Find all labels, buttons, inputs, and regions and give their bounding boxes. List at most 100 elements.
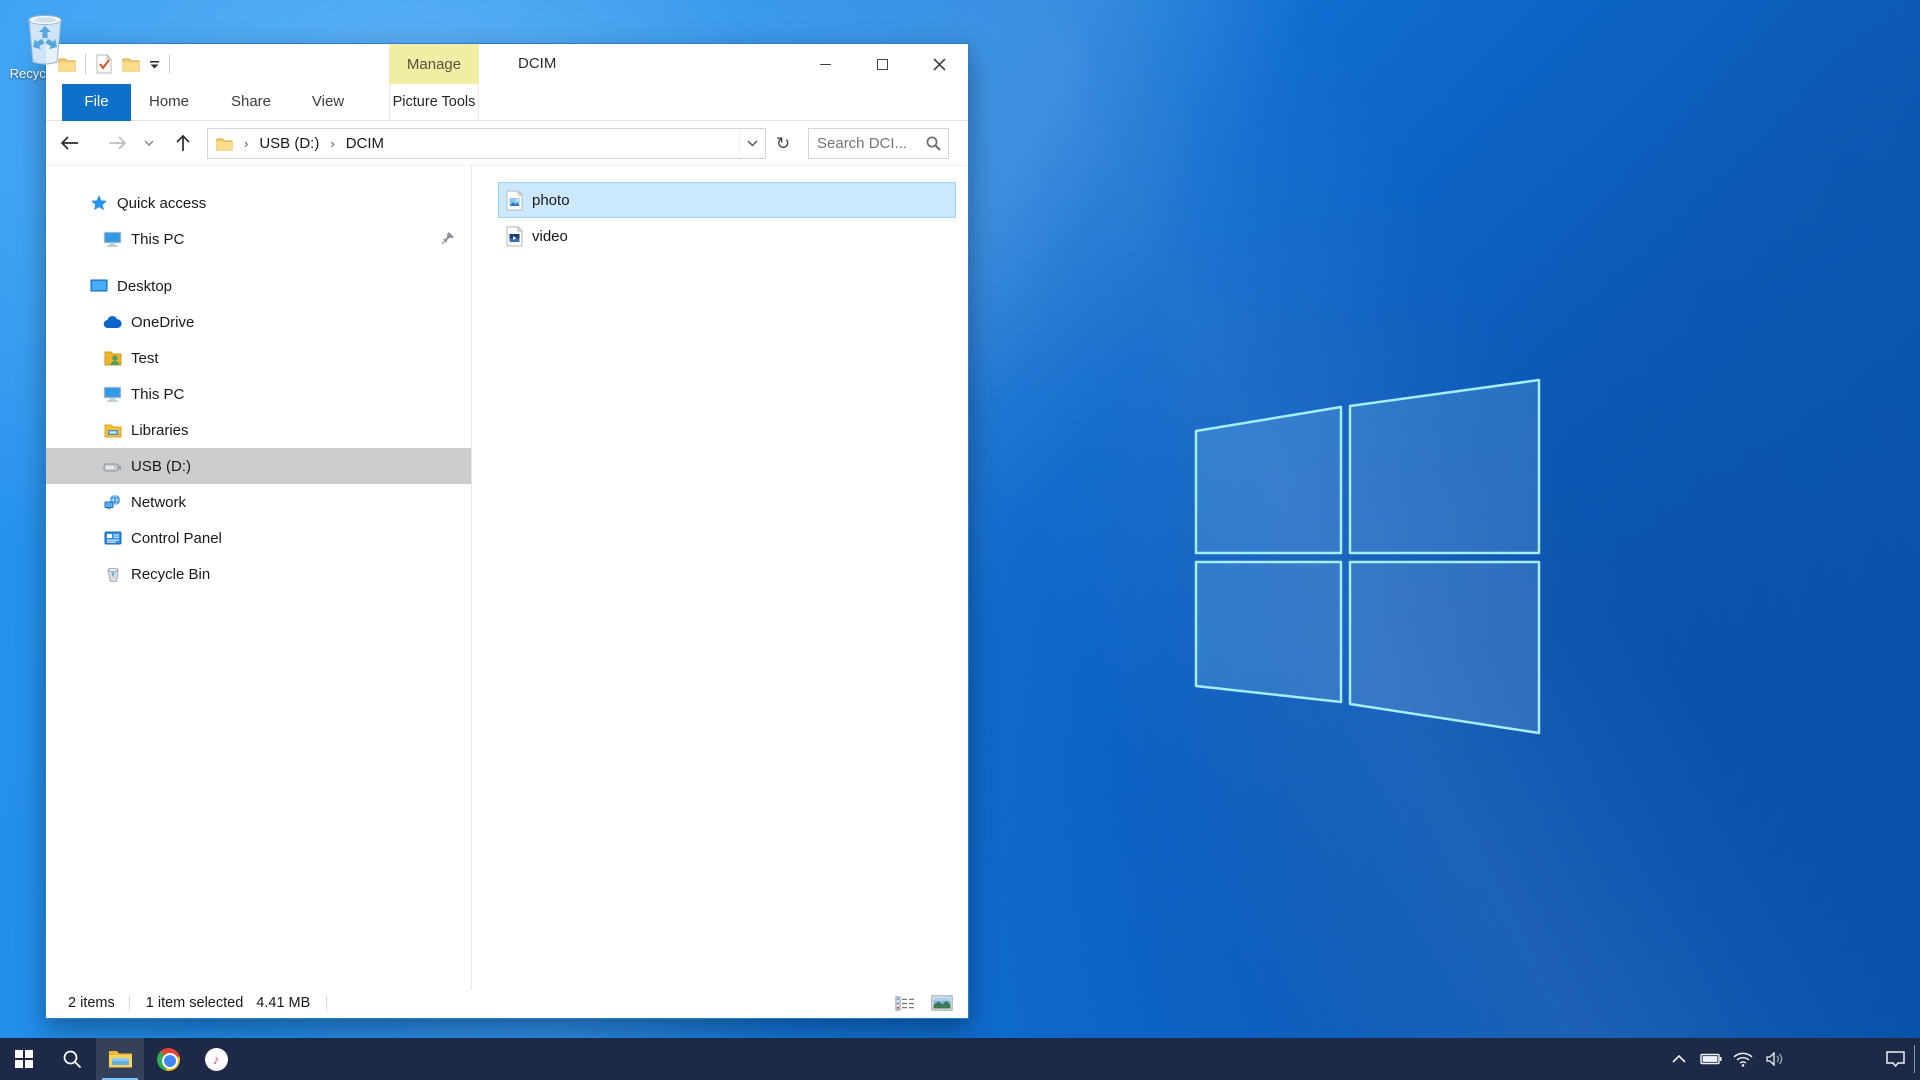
- toolbar-separator: [85, 54, 86, 74]
- file-list: photo video: [472, 166, 968, 990]
- speaker-icon: [1766, 1052, 1784, 1066]
- close-icon: [933, 58, 946, 71]
- chevron-down-icon: [747, 140, 758, 147]
- sidebar-item-control-panel[interactable]: Control Panel: [46, 520, 471, 556]
- file-item-photo[interactable]: photo: [498, 182, 956, 218]
- sidebar-item-label: Quick access: [117, 195, 206, 212]
- taskbar: ♪: [0, 1038, 1920, 1080]
- battery-tray-button[interactable]: [1695, 1038, 1727, 1080]
- onedrive-cloud-icon: [103, 316, 122, 329]
- main-content: Quick access This PC Desktop OneDrive Te…: [46, 166, 968, 990]
- tab-home[interactable]: Home: [139, 84, 199, 121]
- close-button[interactable]: [911, 44, 968, 84]
- file-explorer-icon: [108, 1049, 133, 1069]
- details-view-icon: [895, 996, 915, 1011]
- item-count: 2 items: [68, 995, 115, 1011]
- sidebar-item-label: This PC: [131, 386, 184, 403]
- recycle-bin-desktop-icon[interactable]: [22, 10, 68, 66]
- forward-button[interactable]: [102, 128, 132, 158]
- action-center-button[interactable]: [1879, 1038, 1911, 1080]
- address-folder-icon: [216, 137, 233, 151]
- breadcrumb-separator: ›: [330, 136, 334, 151]
- title-bar: Manage DCIM: [46, 44, 968, 84]
- start-button[interactable]: [0, 1038, 48, 1080]
- sidebar-item-label: Network: [131, 494, 186, 511]
- taskbar-itunes-button[interactable]: ♪: [192, 1038, 240, 1080]
- show-desktop-button[interactable]: [1914, 1045, 1915, 1073]
- windows-logo-wallpaper: [1185, 372, 1545, 740]
- sidebar-item-network[interactable]: Network: [46, 484, 471, 520]
- search-input[interactable]: [809, 135, 926, 152]
- customize-toolbar-dropdown-icon[interactable]: [149, 60, 160, 69]
- back-button[interactable]: [54, 128, 84, 158]
- search-icon[interactable]: [926, 136, 941, 151]
- sidebar-item-desktop[interactable]: Desktop: [46, 268, 471, 304]
- tab-share[interactable]: Share: [221, 84, 281, 121]
- sidebar-item-label: Recycle Bin: [131, 566, 210, 583]
- control-panel-icon: [103, 531, 122, 545]
- sidebar-group-gap: [46, 257, 471, 268]
- sidebar-item-label: Control Panel: [131, 530, 222, 547]
- show-hidden-icons-button[interactable]: [1663, 1038, 1695, 1080]
- recent-locations-dropdown[interactable]: [138, 128, 160, 158]
- sidebar-item-libraries[interactable]: Libraries: [46, 412, 471, 448]
- sidebar-item-this-pc[interactable]: This PC: [46, 376, 471, 412]
- search-icon: [62, 1049, 82, 1069]
- forward-arrow-icon: [108, 136, 127, 150]
- ribbon-tab-row: File Home Share View Picture Tools: [46, 84, 968, 121]
- breadcrumb-usb-drive[interactable]: USB (D:): [259, 135, 319, 152]
- wifi-icon: [1733, 1052, 1753, 1067]
- new-folder-icon[interactable]: [122, 57, 140, 72]
- back-arrow-icon: [60, 136, 79, 150]
- details-view-button[interactable]: [891, 991, 919, 1015]
- wifi-tray-button[interactable]: [1727, 1038, 1759, 1080]
- sidebar-item-label: Desktop: [117, 278, 172, 295]
- sidebar-item-this-pc-pinned[interactable]: This PC: [46, 221, 471, 257]
- window-title: DCIM: [518, 44, 556, 84]
- breadcrumb-dcim[interactable]: DCIM: [346, 135, 384, 152]
- taskbar-file-explorer-button[interactable]: [96, 1038, 144, 1080]
- user-folder-icon: [103, 350, 122, 366]
- chevron-up-icon: [1672, 1055, 1686, 1063]
- tab-file[interactable]: File: [62, 84, 131, 121]
- system-tray: [1663, 1038, 1920, 1080]
- sidebar-item-label: OneDrive: [131, 314, 194, 331]
- toolbar-separator: [169, 54, 170, 74]
- tab-view[interactable]: View: [298, 84, 358, 121]
- sidebar-item-label: Libraries: [131, 422, 189, 439]
- up-button[interactable]: [168, 128, 198, 158]
- chrome-icon: [157, 1048, 180, 1071]
- recycle-bin-small-icon: [103, 566, 122, 582]
- address-bar[interactable]: › USB (D:) › DCIM: [207, 128, 766, 159]
- minimize-button[interactable]: [797, 44, 854, 84]
- libraries-icon: [103, 423, 122, 438]
- network-icon: [103, 494, 122, 510]
- sidebar-item-test-user-folder[interactable]: Test: [46, 340, 471, 376]
- navigation-bar: › USB (D:) › DCIM ↻: [46, 121, 968, 166]
- refresh-button[interactable]: ↻: [768, 128, 798, 159]
- sidebar-item-recycle-bin[interactable]: Recycle Bin: [46, 556, 471, 592]
- sidebar-item-quick-access[interactable]: Quick access: [46, 185, 471, 221]
- file-item-video[interactable]: video: [498, 218, 956, 254]
- image-file-icon: [506, 190, 523, 211]
- chevron-down-icon: [144, 140, 154, 146]
- sidebar-item-usb-drive[interactable]: USB (D:): [46, 448, 471, 484]
- large-icons-view-button[interactable]: [928, 991, 956, 1015]
- file-name: photo: [532, 192, 570, 209]
- properties-check-icon[interactable]: [95, 54, 113, 74]
- sidebar-item-onedrive[interactable]: OneDrive: [46, 304, 471, 340]
- desktop-icon: [89, 279, 108, 294]
- pin-icon: [441, 231, 455, 245]
- search-box[interactable]: [808, 128, 949, 159]
- ribbon-contextual-tab-manage[interactable]: Manage: [389, 44, 479, 84]
- maximize-button[interactable]: [854, 44, 911, 84]
- minimize-icon: [820, 64, 831, 65]
- volume-tray-button[interactable]: [1759, 1038, 1791, 1080]
- address-dropdown-button[interactable]: [739, 129, 765, 158]
- taskbar-search-button[interactable]: [48, 1038, 96, 1080]
- battery-icon: [1700, 1053, 1722, 1065]
- taskbar-chrome-button[interactable]: [144, 1038, 192, 1080]
- up-arrow-icon: [176, 134, 190, 152]
- tab-picture-tools[interactable]: Picture Tools: [389, 84, 479, 121]
- window-controls: [797, 44, 968, 84]
